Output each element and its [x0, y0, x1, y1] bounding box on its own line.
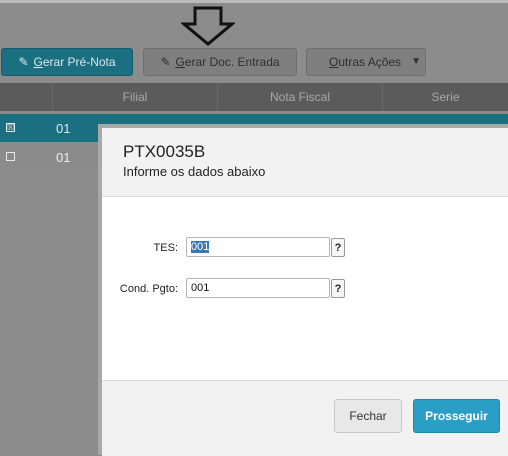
gerar-doc-entrada-label: erar Doc. Entrada	[184, 55, 280, 69]
top-border	[0, 0, 508, 3]
dialog-header: PTX0035B Informe os dados abaixo	[102, 128, 508, 197]
outras-acoes-dropdown[interactable]: Outras Ações ▼	[306, 48, 426, 76]
gerar-pre-nota-accesskey: G	[33, 55, 43, 69]
gerar-doc-entrada-button[interactable]: ✎ Gerar Doc. Entrada	[143, 48, 297, 76]
column-header-nota-fiscal[interactable]: Nota Fiscal	[217, 83, 382, 111]
prosseguir-button[interactable]: Prosseguir	[413, 399, 500, 433]
dialog-subtitle: Informe os dados abaixo	[123, 164, 266, 179]
fechar-button[interactable]: Fechar	[334, 399, 402, 433]
dialog-title: PTX0035B	[123, 142, 206, 161]
column-header-serie[interactable]: Serie	[382, 83, 508, 111]
gerar-doc-entrada-accesskey: G	[175, 55, 185, 69]
cell-filial: 01	[56, 149, 71, 165]
outras-acoes-label: utras Ações	[338, 55, 402, 69]
cond-pgto-input[interactable]: 001	[186, 278, 330, 298]
row-checkbox[interactable]	[6, 152, 15, 161]
column-header-filial[interactable]: Filial	[52, 83, 217, 111]
dialog-footer: Fechar Prosseguir	[102, 380, 508, 456]
gerar-pre-nota-button[interactable]: ✎ Gerar Pré-Nota	[1, 48, 133, 76]
pencil-icon: ✎	[160, 55, 171, 69]
ptx0035b-dialog: PTX0035B Informe os dados abaixo TES: 00…	[98, 124, 508, 456]
cond-pgto-help-button[interactable]: ?	[331, 279, 345, 298]
cond-pgto-label: Cond. Pgto:	[119, 283, 178, 295]
caret-down-icon: ▼	[411, 56, 421, 67]
pencil-icon: ✎	[18, 55, 29, 69]
tes-input[interactable]: 001	[186, 237, 330, 257]
gerar-pre-nota-label: erar Pré-Nota	[42, 55, 116, 69]
outras-acoes-accesskey: O	[329, 55, 339, 69]
tes-value: 001	[191, 241, 210, 253]
grid-header: Filial Nota Fiscal Serie	[0, 83, 508, 111]
row-checkbox[interactable]: ☒	[6, 123, 15, 132]
cond-pgto-value: 001	[191, 282, 210, 294]
tes-label: TES:	[153, 242, 178, 254]
down-arrow-annotation-icon	[181, 6, 235, 46]
tes-help-button[interactable]: ?	[331, 238, 345, 257]
column-header-select[interactable]	[0, 83, 52, 111]
cell-filial: 01	[56, 120, 71, 136]
